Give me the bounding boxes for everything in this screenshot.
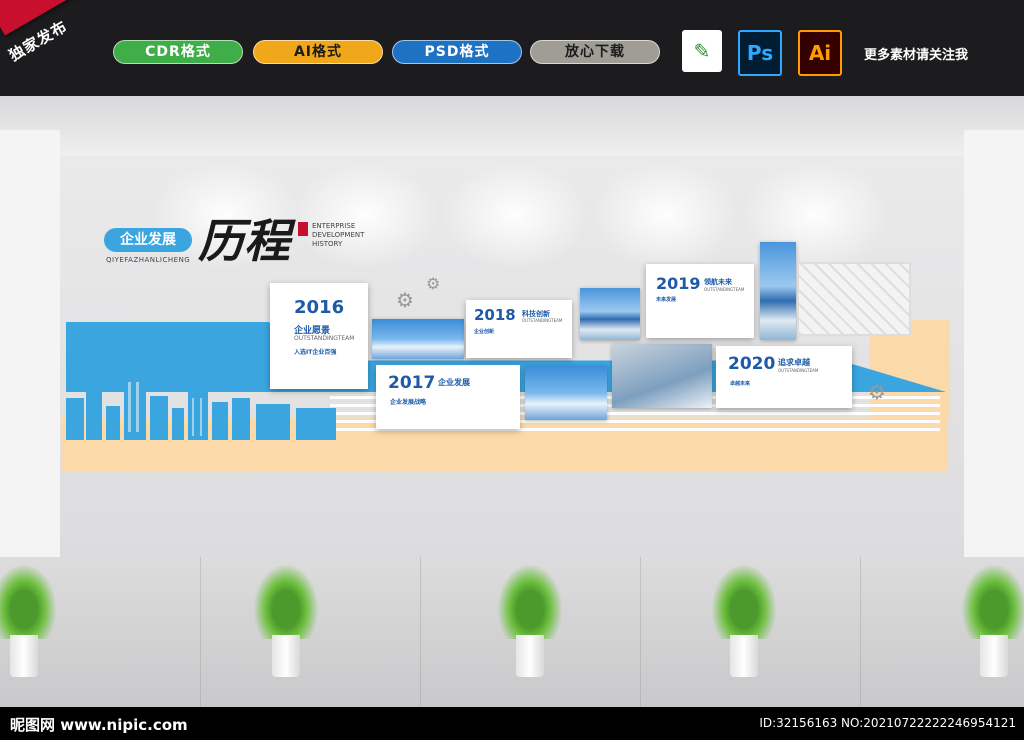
spotlight: [590, 160, 740, 270]
timeline-card-2016: 2016 企业愿景 OUTSTANDINGTEAM 入选IT企业百强: [270, 283, 368, 389]
sea-photo: [580, 288, 640, 340]
card-subtitle: 企业发展战略: [390, 399, 427, 406]
timeline-card-2018: 2018 科技创新 OUTSTANDINGTEAM 企业创新: [466, 300, 572, 358]
ai-format-badge: AI格式: [253, 40, 383, 64]
gear-icon: ⚙: [426, 274, 441, 293]
card-headline: 卓越未来: [730, 381, 751, 387]
right-pillar: [964, 130, 1024, 560]
watermark-footer: 昵图网 www.nipic.com ID:32156163 NO:2021072…: [0, 707, 1024, 740]
ceiling: [0, 96, 1024, 156]
title-pinyin: QIYEFAZHANLICHENG: [106, 256, 191, 264]
card-year: 2016: [294, 297, 345, 318]
card-headline: 未来发展: [656, 297, 677, 303]
illustrator-icon: Ai: [798, 30, 842, 76]
card-title: 领航未来: [704, 278, 732, 286]
calligraphy-title: 历程: [198, 214, 290, 268]
photoshop-icon: Ps: [738, 30, 782, 76]
floor-tile-line: [420, 557, 421, 707]
download-badge: 放心下载: [530, 40, 660, 64]
red-seal: [298, 222, 308, 236]
card-subtitle: OUTSTANDINGTEAM: [704, 287, 745, 292]
cdr-format-badge: CDR格式: [113, 40, 243, 64]
title-badge: 企业发展: [104, 228, 192, 252]
gear-icon: ⚙: [868, 380, 886, 404]
card-year: 2017: [388, 373, 436, 393]
card-year: 2019: [656, 274, 701, 293]
lattice-pattern: [797, 262, 911, 336]
sky-photo: [372, 319, 464, 359]
psd-format-badge: PSD格式: [392, 40, 522, 64]
card-subtitle: OUTSTANDINGTEAM: [294, 335, 355, 342]
site-watermark: 昵图网 www.nipic.com: [10, 716, 188, 734]
floor-tile-line: [200, 557, 201, 707]
potted-plant: [0, 565, 56, 685]
title-english: ENTERPRISE DEVELOPMENT HISTORY: [312, 222, 365, 248]
card-year: 2018: [474, 306, 516, 324]
spotlight: [290, 160, 440, 270]
card-title: 追求卓越: [778, 358, 810, 367]
left-pillar: [0, 130, 60, 560]
timeline-card-2017: 2017 企业发展 企业发展战略: [376, 365, 520, 429]
card-headline: 企业创新: [474, 329, 495, 335]
floor-tile-line: [860, 557, 861, 707]
timeline-card-2020: 2020 追求卓越 OUTSTANDINGTEAM 卓越未来: [716, 346, 852, 408]
card-subtitle: OUTSTANDINGTEAM: [778, 368, 819, 373]
image-id-text: ID:32156163 NO:20210722222246954121: [759, 716, 1016, 730]
top-banner: 独家发布 CDR格式 AI格式 PSD格式 放心下载 ✎ Ps Ai 更多素材请…: [0, 0, 1024, 96]
airplane-wing-photo: [612, 344, 712, 408]
timeline-card-2019: 2019 领航未来 OUTSTANDINGTEAM 未来发展: [646, 264, 754, 338]
potted-plant: [254, 565, 318, 685]
coast-photo: [760, 242, 796, 340]
card-headline: 入选IT企业百强: [294, 349, 337, 356]
gear-icon: ⚙: [396, 288, 414, 312]
beach-photo: [525, 366, 607, 420]
potted-plant: [712, 565, 776, 685]
spotlight: [440, 160, 590, 270]
card-subtitle: OUTSTANDINGTEAM: [522, 318, 563, 323]
coreldraw-icon: ✎: [682, 30, 722, 72]
potted-plant: [962, 565, 1024, 685]
potted-plant: [498, 565, 562, 685]
follow-text: 更多素材请关注我: [864, 48, 969, 63]
floor-tile-line: [640, 557, 641, 707]
card-year: 2020: [728, 354, 776, 374]
card-title: 企业发展: [438, 378, 470, 387]
